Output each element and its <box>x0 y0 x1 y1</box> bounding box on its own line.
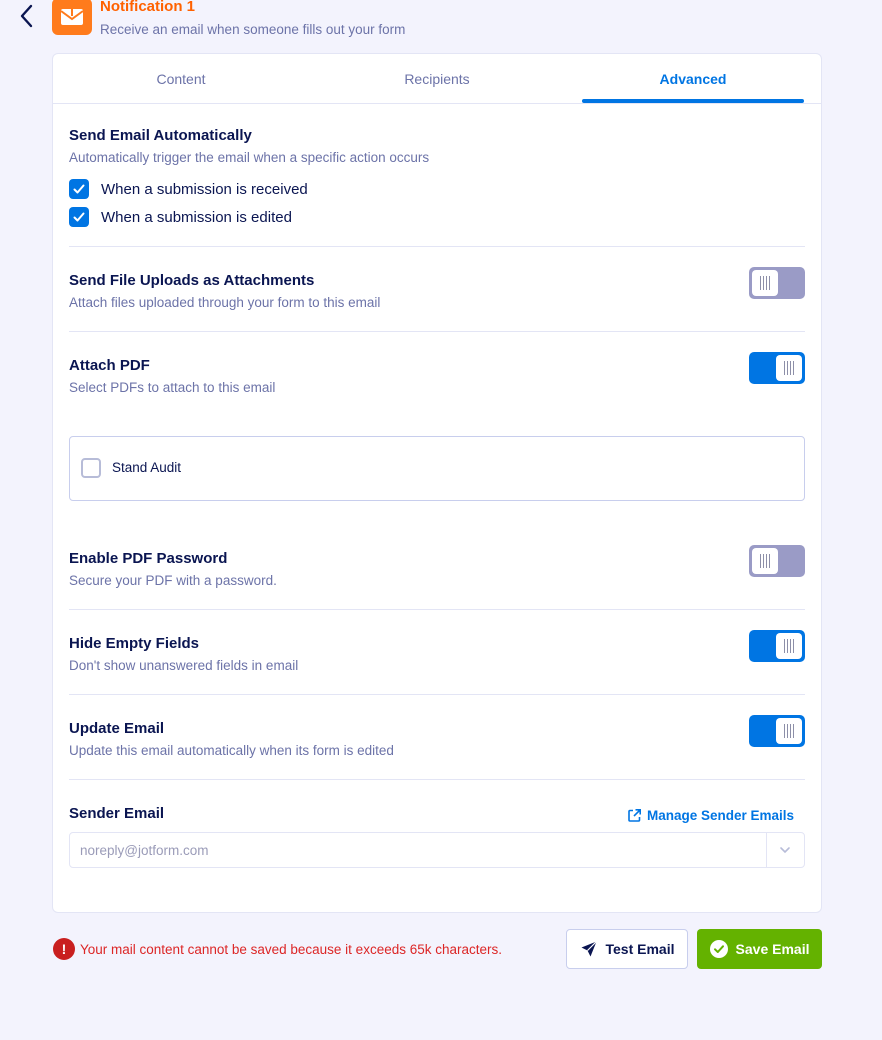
pdf-list: Stand Audit <box>69 436 805 501</box>
update-email-desc: Update this email automatically when its… <box>69 743 394 758</box>
notification-header: Notification 1 Receive an email when som… <box>0 0 882 46</box>
attach-pdf-title: Attach PDF <box>69 357 150 374</box>
test-email-label: Test Email <box>605 941 675 957</box>
update-email-title: Update Email <box>69 720 165 737</box>
manage-sender-emails-label: Manage Sender Emails <box>647 808 795 823</box>
tab-content[interactable]: Content <box>53 54 309 104</box>
send-auto-title: Send Email Automatically <box>69 127 252 144</box>
external-link-icon <box>628 809 641 822</box>
error-message: ! Your mail content cannot be saved beca… <box>53 938 502 960</box>
pdf-password-title: Enable PDF Password <box>69 550 228 567</box>
chevron-down-icon <box>780 847 790 854</box>
toggle-knob <box>776 633 802 659</box>
hide-empty-toggle[interactable] <box>749 630 805 662</box>
notification-subtitle: Receive an email when someone fills out … <box>100 22 406 37</box>
checkbox-submission-received[interactable]: When a submission is received <box>69 179 308 199</box>
checkbox-checked[interactable] <box>69 207 89 227</box>
hide-empty-desc: Don't show unanswered fields in email <box>69 658 299 673</box>
pdf-password-toggle[interactable] <box>749 545 805 577</box>
attach-pdf-desc: Select PDFs to attach to this email <box>69 380 276 395</box>
pdf-password-desc: Secure your PDF with a password. <box>69 573 277 588</box>
sender-email-select[interactable]: noreply@jotform.com <box>69 832 805 868</box>
active-tab-indicator <box>582 99 804 103</box>
check-icon <box>73 184 85 194</box>
hide-empty-title: Hide Empty Fields <box>69 635 200 652</box>
toggle-knob <box>776 355 802 381</box>
select-separator <box>766 833 767 867</box>
settings-card: Content Recipients Advanced Send Email A… <box>52 53 822 913</box>
tab-advanced[interactable]: Advanced <box>565 54 821 104</box>
checkbox-submission-edited[interactable]: When a submission is edited <box>69 207 292 227</box>
attach-pdf-toggle[interactable] <box>749 352 805 384</box>
toggle-knob <box>776 718 802 744</box>
notification-envelope-icon <box>52 0 92 35</box>
send-auto-desc: Automatically trigger the email when a s… <box>69 150 430 165</box>
divider <box>69 694 805 695</box>
chevron-left-icon <box>20 4 33 28</box>
toggle-knob <box>752 548 778 574</box>
notification-title: Notification 1 <box>100 0 196 15</box>
save-email-label: Save Email <box>735 941 810 957</box>
paper-plane-icon <box>581 941 597 957</box>
tab-recipients[interactable]: Recipients <box>309 54 565 104</box>
check-icon <box>73 212 85 222</box>
manage-sender-emails-link[interactable]: Manage Sender Emails <box>627 808 794 823</box>
error-icon: ! <box>53 938 75 960</box>
divider <box>69 331 805 332</box>
file-uploads-title: Send File Uploads as Attachments <box>69 272 315 289</box>
update-email-toggle[interactable] <box>749 715 805 747</box>
file-uploads-toggle[interactable] <box>749 267 805 299</box>
pdf-label: Stand Audit <box>112 460 182 475</box>
test-email-button[interactable]: Test Email <box>566 929 688 969</box>
checkbox-label: When a submission is edited <box>101 208 292 226</box>
toggle-knob <box>752 270 778 296</box>
check-circle-icon <box>709 940 728 958</box>
error-text: Your mail content cannot be saved becaus… <box>80 941 503 957</box>
checkbox-label: When a submission is received <box>101 180 308 198</box>
divider <box>69 609 805 610</box>
checkbox-checked[interactable] <box>69 179 89 199</box>
divider <box>69 246 805 247</box>
save-email-button[interactable]: Save Email <box>697 929 822 969</box>
back-button[interactable] <box>16 2 40 30</box>
tab-bar: Content Recipients Advanced <box>53 54 821 104</box>
file-uploads-desc: Attach files uploaded through your form … <box>69 295 381 310</box>
pdf-checkbox[interactable] <box>81 458 101 478</box>
sender-email-value: noreply@jotform.com <box>80 843 209 858</box>
sender-email-title: Sender Email <box>69 805 165 822</box>
divider <box>69 779 805 780</box>
